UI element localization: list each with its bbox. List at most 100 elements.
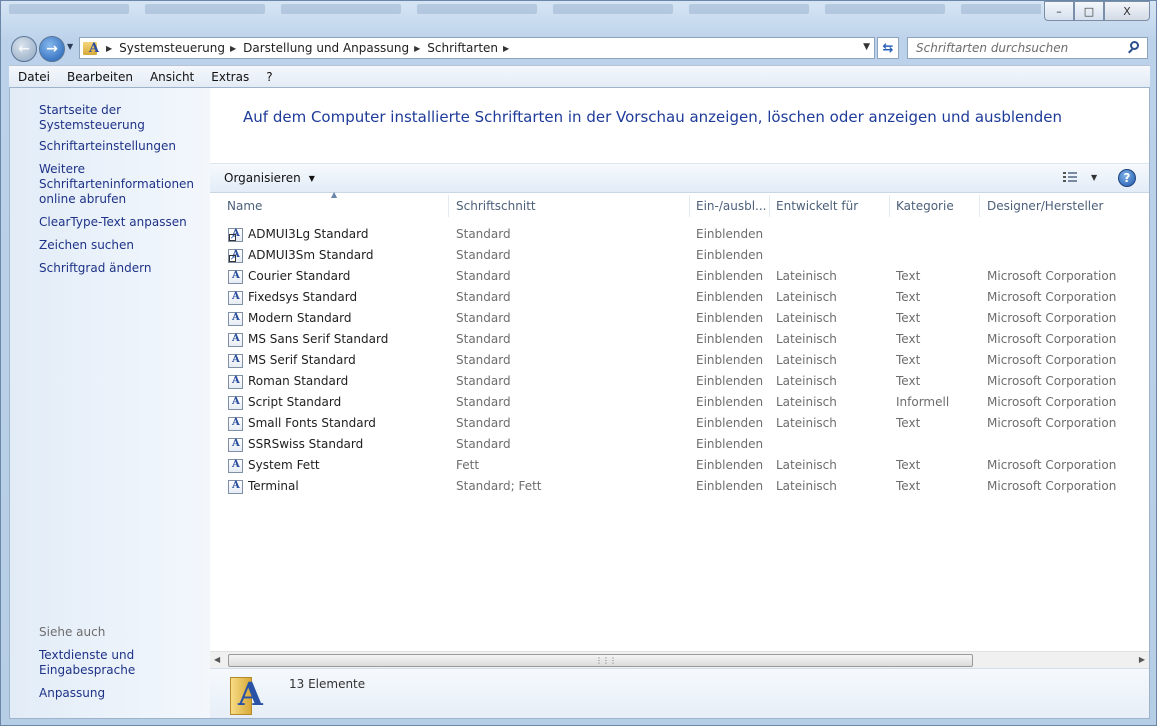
chevron-right-icon[interactable]: ▶ (230, 44, 236, 53)
blurred-background-taskbar (1, 1, 1041, 23)
designer-cell: Microsoft Corporation (987, 290, 1117, 304)
search-box[interactable] (907, 37, 1148, 59)
fonts-folder-icon: A (83, 40, 101, 56)
table-row[interactable]: A System Fett Fett Einblenden Lateinisch Text… (210, 455, 1149, 476)
task-pane: Startseite der Systemsteuerung Schriftar… (10, 88, 210, 718)
visibility-cell: Einblenden (696, 248, 764, 262)
recent-pages-dropdown[interactable]: ▼ (67, 42, 73, 51)
font-file-icon: A (228, 459, 243, 473)
table-row[interactable]: A Terminal Standard; Fett Einblenden Lateini… (210, 476, 1149, 497)
designer-cell: Microsoft Corporation (987, 479, 1117, 493)
title-bar[interactable]: – □ X (1, 1, 1156, 31)
column-divider[interactable] (769, 195, 770, 217)
category-cell: Text (896, 458, 921, 472)
scrollbar-thumb[interactable]: ⋮⋮⋮ (228, 654, 973, 667)
designer-cell: Microsoft Corporation (987, 332, 1117, 346)
menu-file[interactable]: Datei (9, 70, 58, 84)
maximize-button[interactable]: □ (1074, 1, 1104, 21)
table-row[interactable]: A Courier Standard Standard Einblenden Latei… (210, 266, 1149, 287)
text-services-link[interactable]: Textdienste und Eingabesprache (39, 648, 149, 678)
menu-view[interactable]: Ansicht (141, 70, 202, 84)
maximize-icon: □ (1083, 4, 1095, 18)
search-icon[interactable] (1127, 40, 1141, 54)
change-font-size-link[interactable]: Schriftgrad ändern (39, 261, 209, 276)
font-shortcut-icon: A↗ (228, 228, 243, 242)
table-row[interactable]: A MS Serif Standard Standard Einblenden Late… (210, 350, 1149, 371)
close-button[interactable]: X (1104, 1, 1150, 21)
table-row[interactable]: A Small Fonts Standard Standard Einblenden L… (210, 413, 1149, 434)
item-count: 13 Elemente (289, 677, 366, 691)
font-style-cell: Standard (456, 332, 511, 346)
visibility-cell: Einblenden (696, 227, 764, 241)
forward-button[interactable]: → (39, 36, 65, 62)
visibility-cell: Einblenden (696, 269, 764, 283)
table-row[interactable]: A↗ ADMUI3Sm Standard Standard Einblenden (210, 245, 1149, 266)
column-name[interactable]: Name (227, 199, 262, 213)
chevron-right-icon[interactable]: ▶ (414, 44, 420, 53)
category-cell: Text (896, 290, 921, 304)
find-character-link[interactable]: Zeichen suchen (39, 238, 209, 253)
column-divider[interactable] (689, 195, 690, 217)
address-bar[interactable]: A ▶ Systemsteuerung ▶ Darstellung und An… (79, 37, 875, 59)
details-view-icon[interactable] (1063, 171, 1079, 185)
table-row[interactable]: A Modern Standard Standard Einblenden Latein… (210, 308, 1149, 329)
caption-buttons: – □ X (1044, 1, 1150, 21)
column-style[interactable]: Schriftschnitt (456, 199, 536, 213)
font-name-cell: ADMUI3Lg Standard (248, 227, 369, 241)
breadcrumb-fonts[interactable]: Schriftarten (427, 41, 498, 55)
font-name-cell: System Fett (248, 458, 320, 472)
font-style-cell: Standard (456, 395, 511, 409)
help-button[interactable]: ? (1118, 169, 1136, 187)
refresh-button[interactable]: ⇆ (877, 37, 899, 59)
designer-cell: Microsoft Corporation (987, 416, 1117, 430)
search-input[interactable] (916, 41, 1116, 55)
column-category[interactable]: Kategorie (896, 199, 954, 213)
menu-help[interactable]: ? (257, 70, 280, 84)
font-file-icon: A (228, 396, 243, 410)
table-row[interactable]: A Roman Standard Standard Einblenden Lateini… (210, 371, 1149, 392)
font-file-icon: A (228, 270, 243, 284)
designed-for-cell: Lateinisch (776, 458, 837, 472)
column-designer[interactable]: Designer/Hersteller (987, 199, 1103, 213)
menu-tools[interactable]: Extras (202, 70, 257, 84)
visibility-cell: Einblenden (696, 290, 764, 304)
table-row[interactable]: A Script Standard Standard Einblenden Latein… (210, 392, 1149, 413)
table-row[interactable]: A MS Sans Serif Standard Standard Einblende… (210, 329, 1149, 350)
designer-cell: Microsoft Corporation (987, 269, 1117, 283)
cleartype-link[interactable]: ClearType-Text anpassen (39, 215, 209, 230)
chevron-right-icon[interactable]: ▶ (106, 44, 112, 53)
sort-ascending-icon: ▲ (331, 190, 338, 199)
breadcrumb-appearance[interactable]: Darstellung und Anpassung (243, 41, 409, 55)
breadcrumb-control-panel[interactable]: Systemsteuerung (119, 41, 225, 55)
visibility-cell: Einblenden (696, 311, 764, 325)
more-font-info-link[interactable]: Weitere Schriftarteninformationen online… (39, 162, 194, 207)
font-name-cell: Courier Standard (248, 269, 351, 283)
font-file-icon: A (228, 375, 243, 389)
view-options-dropdown[interactable]: ▼ (1091, 173, 1097, 182)
column-divider[interactable] (448, 195, 449, 217)
table-row[interactable]: A SSRSwiss Standard Standard Einblenden (210, 434, 1149, 455)
address-history-dropdown[interactable]: ▼ (863, 42, 870, 52)
column-divider[interactable] (979, 195, 980, 217)
column-visibility[interactable]: Ein-/ausbl... (696, 199, 767, 213)
table-row[interactable]: A↗ ADMUI3Lg Standard Standard Einblenden (210, 224, 1149, 245)
personalization-link[interactable]: Anpassung (39, 686, 209, 701)
font-shortcut-icon: A↗ (228, 249, 243, 263)
column-designed-for[interactable]: Entwickelt für (776, 199, 858, 213)
column-divider[interactable] (889, 195, 890, 217)
scroll-left-arrow-icon[interactable]: ◀ (214, 655, 220, 664)
menu-edit[interactable]: Bearbeiten (58, 70, 141, 84)
minimize-button[interactable]: – (1044, 1, 1074, 21)
control-panel-home-link[interactable]: Startseite der Systemsteuerung (39, 103, 209, 133)
close-icon: X (1123, 4, 1131, 18)
designed-for-cell: Lateinisch (776, 479, 837, 493)
scroll-right-arrow-icon[interactable]: ▶ (1139, 655, 1145, 664)
table-row[interactable]: A Fixedsys Standard Standard Einblenden Late… (210, 287, 1149, 308)
back-button[interactable]: ← (11, 36, 37, 62)
content-area: Startseite der Systemsteuerung Schriftar… (9, 87, 1150, 719)
chevron-right-icon[interactable]: ▶ (503, 44, 509, 53)
designer-cell: Microsoft Corporation (987, 374, 1117, 388)
font-settings-link[interactable]: Schriftarteinstellungen (39, 139, 209, 154)
horizontal-scrollbar[interactable]: ◀ ⋮⋮⋮ ▶ (210, 651, 1149, 668)
organize-button[interactable]: Organisieren ▼ (224, 171, 315, 185)
